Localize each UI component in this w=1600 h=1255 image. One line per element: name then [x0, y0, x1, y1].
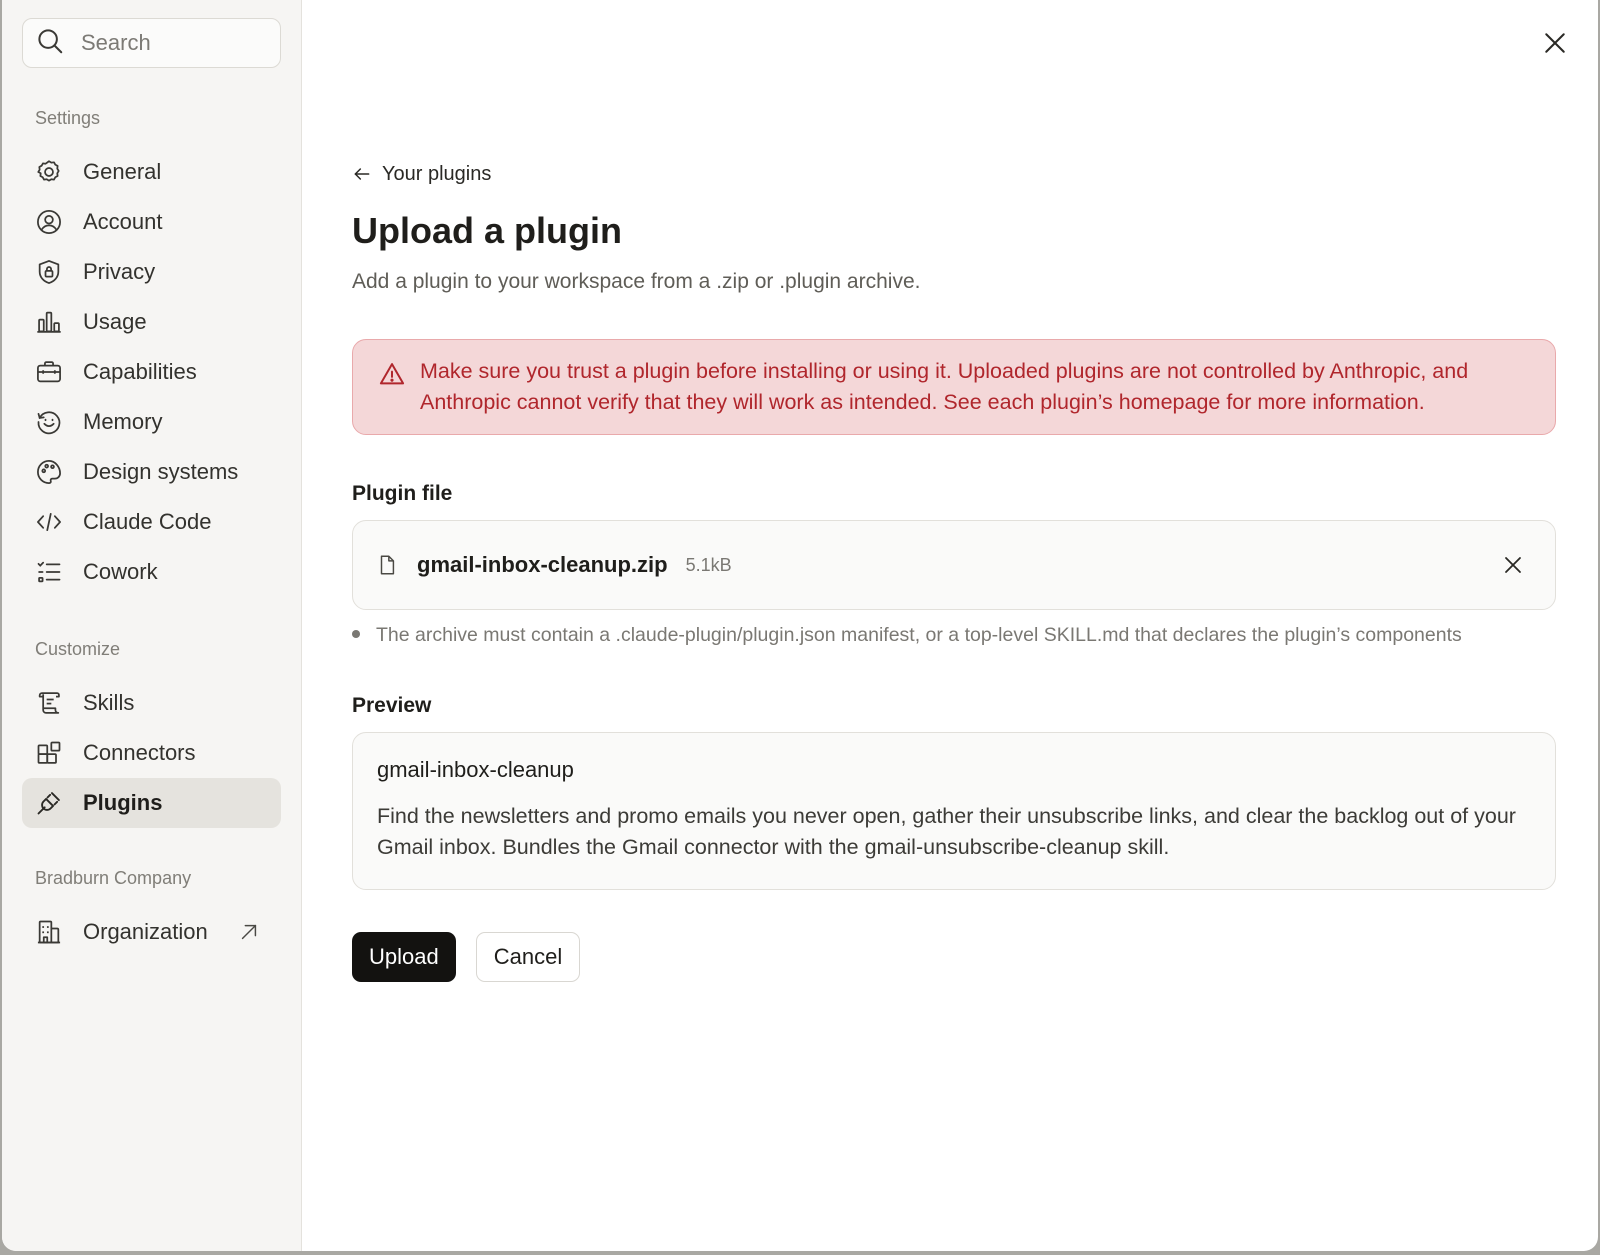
plugin-file-label: Plugin file [352, 482, 453, 505]
plugin-file-box: gmail-inbox-cleanup.zip 5.1kB [352, 520, 1556, 610]
form-actions: Upload Cancel [352, 932, 1556, 982]
plug-icon [35, 789, 63, 817]
settings-section-label: Settings [35, 108, 101, 128]
sidebar-item-label: Capabilities [83, 359, 197, 384]
preview-plugin-description: Find the newsletters and promo emails yo… [377, 804, 1516, 859]
close-icon[interactable] [1540, 28, 1570, 58]
sidebar-item-organization[interactable]: Organization [22, 907, 281, 957]
sidebar-item-label: Account [83, 209, 163, 234]
sidebar-item-usage[interactable]: Usage [22, 297, 281, 347]
preview-box: gmail-inbox-cleanup Find the newsletters… [352, 732, 1556, 890]
sidebar-item-plugins[interactable]: Plugins [22, 778, 281, 828]
sidebar-item-cowork[interactable]: Cowork [22, 547, 281, 597]
scroll-icon [35, 689, 63, 717]
sidebar-item-connectors[interactable]: Connectors [22, 728, 281, 778]
search-input[interactable] [81, 30, 251, 56]
sidebar-item-design-systems[interactable]: Design systems [22, 447, 281, 497]
sidebar-item-privacy[interactable]: Privacy [22, 247, 281, 297]
arrow-up-right-icon [241, 924, 256, 940]
org-section-label: Bradburn Company [35, 868, 192, 888]
sidebar-item-label: Organization [83, 919, 208, 944]
remove-file-icon[interactable] [1501, 553, 1525, 577]
sidebar-item-label: Skills [83, 690, 135, 715]
arrow-left-icon [354, 168, 370, 180]
sidebar-item-label: Privacy [83, 259, 156, 284]
customize-section-label: Customize [35, 639, 121, 659]
main-content: Your plugins Upload a plugin Add a plugi… [302, 0, 1598, 1251]
hint-text: The archive must contain a .claude-plugi… [376, 624, 1462, 646]
shield-lock-icon [35, 258, 63, 286]
cancel-button[interactable]: Cancel [475, 932, 581, 982]
warning-banner: Make sure you trust a plugin before inst… [352, 339, 1556, 435]
sidebar-item-label: Connectors [83, 740, 196, 765]
sidebar-item-capabilities[interactable]: Capabilities [22, 347, 281, 397]
settings-window: Settings General Account Privacy Usage C… [2, 0, 1598, 1251]
back-link[interactable]: Your plugins [352, 160, 1556, 188]
user-circle-icon [35, 208, 63, 236]
blocks-icon [35, 739, 63, 767]
sidebar-item-skills[interactable]: Skills [22, 678, 281, 728]
page-subtitle: Add a plugin to your workspace from a .z… [352, 270, 921, 293]
file-size: 5.1kB [685, 554, 732, 575]
sidebar-item-label: Memory [83, 409, 163, 434]
code-icon [35, 508, 63, 536]
sidebar-item-label: Cowork [83, 559, 158, 584]
file-name: gmail-inbox-cleanup.zip [417, 552, 668, 577]
back-link-label: Your plugins [382, 162, 492, 185]
sidebar-item-label: Claude Code [83, 509, 212, 534]
preview-plugin-name: gmail-inbox-cleanup [377, 757, 574, 782]
sidebar-item-label: Usage [83, 309, 147, 334]
sidebar-item-general[interactable]: General [22, 147, 281, 197]
sidebar-item-claude-code[interactable]: Claude Code [22, 497, 281, 547]
warning-icon [379, 363, 405, 385]
sidebar-item-label: Plugins [83, 790, 163, 815]
bullet [352, 630, 360, 639]
memory-icon [35, 408, 63, 436]
upload-button[interactable]: Upload [352, 932, 456, 982]
search-icon [35, 26, 65, 61]
file-requirement-hint: The archive must contain a .claude-plugi… [352, 622, 1556, 649]
gear-icon [35, 158, 63, 186]
sidebar-item-label: Design systems [83, 459, 239, 484]
bar-chart-icon [35, 308, 63, 336]
sidebar: Settings General Account Privacy Usage C… [2, 0, 302, 1251]
briefcase-icon [35, 358, 63, 386]
warning-text: Make sure you trust a plugin before inst… [420, 359, 1469, 414]
preview-label: Preview [352, 694, 432, 717]
sidebar-item-label: General [83, 159, 162, 184]
search-box[interactable] [22, 18, 281, 68]
file-icon [380, 555, 395, 575]
building-icon [35, 918, 63, 946]
list-icon [35, 558, 63, 586]
sidebar-item-memory[interactable]: Memory [22, 397, 281, 447]
page-title: Upload a plugin [352, 210, 622, 251]
palette-icon [35, 458, 63, 486]
sidebar-item-account[interactable]: Account [22, 197, 281, 247]
